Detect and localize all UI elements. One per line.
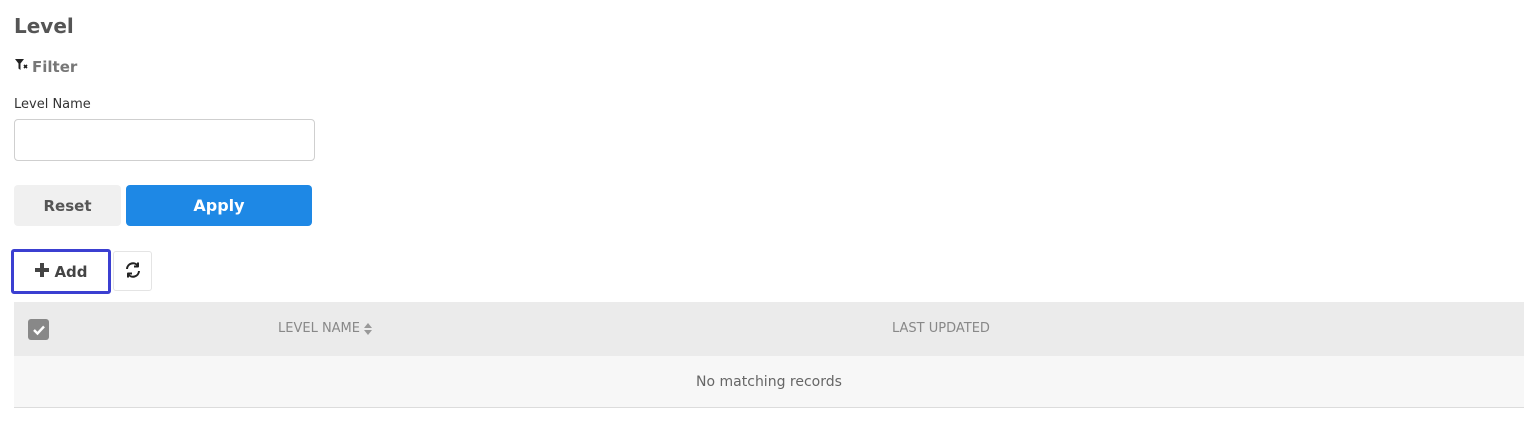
empty-table-row: No matching records <box>14 356 1524 408</box>
table-header: LEVEL NAME LAST UPDATED <box>14 302 1524 356</box>
select-all-checkbox[interactable] <box>28 319 49 340</box>
add-label: Add <box>54 262 88 281</box>
column-header-level-name[interactable]: LEVEL NAME <box>278 321 372 336</box>
filter-icon <box>14 58 28 76</box>
refresh-icon <box>124 261 142 282</box>
level-name-label: Level Name <box>14 97 91 112</box>
levels-table: LEVEL NAME LAST UPDATED No matching reco… <box>14 302 1524 408</box>
column-header-last-updated: LAST UPDATED <box>892 321 990 336</box>
refresh-button[interactable] <box>113 251 152 291</box>
level-name-input[interactable] <box>14 119 315 161</box>
apply-button[interactable]: Apply <box>126 185 312 226</box>
filter-label: Filter <box>32 58 78 76</box>
level-page: Level Filter Level Name Reset Apply Add <box>0 0 1535 424</box>
page-title: Level <box>14 14 74 38</box>
checkmark-icon <box>32 325 45 335</box>
reset-button[interactable]: Reset <box>14 185 121 226</box>
empty-message: No matching records <box>696 373 842 390</box>
add-button[interactable]: Add <box>11 249 111 294</box>
filter-toggle[interactable]: Filter <box>14 58 77 76</box>
column-label-level-name: LEVEL NAME <box>278 321 360 336</box>
sort-icon <box>364 322 372 335</box>
plus-icon <box>34 262 50 282</box>
